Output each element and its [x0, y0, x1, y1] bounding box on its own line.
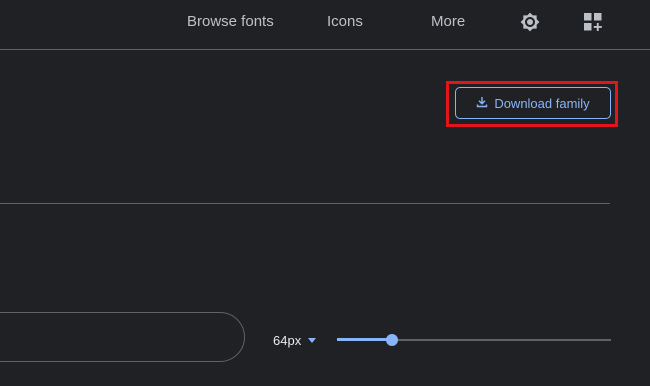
nav-browse-fonts[interactable]: Browse fonts — [187, 13, 274, 31]
slider-fill — [337, 338, 392, 341]
font-size-select[interactable]: 64px — [273, 333, 317, 348]
download-family-label: Download family — [494, 95, 590, 111]
font-size-slider[interactable] — [337, 331, 611, 349]
page: Browse fonts Icons More Download family … — [0, 0, 650, 386]
section-divider — [0, 203, 610, 204]
download-family-button[interactable]: Download family — [455, 87, 611, 119]
caret-down-icon — [308, 338, 317, 343]
apps-add-icon[interactable] — [582, 11, 604, 33]
download-icon — [476, 96, 488, 111]
top-nav: Browse fonts Icons More — [0, 0, 650, 50]
font-size-value: 64px — [273, 333, 302, 348]
slider-thumb[interactable] — [385, 334, 398, 346]
brightness-icon[interactable] — [519, 11, 541, 33]
nav-more[interactable]: More — [431, 13, 465, 31]
nav-icons[interactable]: Icons — [327, 13, 363, 31]
preview-text-input[interactable] — [0, 312, 245, 362]
